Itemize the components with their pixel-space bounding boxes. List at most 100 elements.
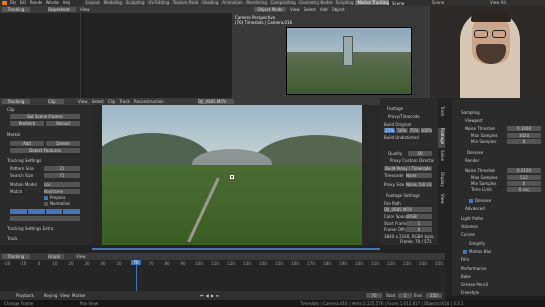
sidebar-tab-track[interactable]: Track — [438, 106, 445, 126]
delete-marker-button[interactable]: Delete — [46, 141, 80, 146]
tab-rendering[interactable]: Rendering — [244, 0, 268, 5]
graph-mode-dropdown[interactable]: Graph — [48, 254, 64, 259]
advanced-subheader[interactable]: Advanced — [465, 206, 505, 211]
menu-window[interactable]: Window — [46, 0, 59, 5]
freestyle-header[interactable]: Freestyle — [461, 290, 501, 295]
sidebar-tab-view[interactable]: View — [438, 194, 445, 214]
max-samples-render-field[interactable]: 512 — [507, 175, 541, 180]
noise-threshold-render-field[interactable]: 0.0100 — [507, 168, 541, 173]
proxy-size-100[interactable]: 100% — [420, 128, 432, 133]
light-paths-header[interactable]: Light Paths — [461, 216, 501, 221]
tab-animation[interactable]: Animation — [220, 0, 244, 5]
dopesheet-dropdown[interactable]: Dopesheet — [48, 7, 76, 12]
clip-dropdown[interactable]: Clip — [48, 99, 64, 104]
menu-help[interactable]: Help — [63, 0, 70, 5]
view-menu[interactable]: View — [80, 7, 94, 12]
clip-menu-reconstruction[interactable]: Reconstruction — [134, 99, 164, 104]
current-frame-badge[interactable]: 70 — [131, 260, 141, 265]
tab-sculpting[interactable]: Sculpting — [123, 0, 146, 5]
weight-slider-row[interactable] — [10, 209, 80, 214]
color-space-dropdown[interactable]: sRGB — [406, 214, 432, 219]
noise-threshold-field[interactable]: 0.1000 — [507, 126, 541, 131]
proxy-size-75[interactable]: 75% — [408, 128, 420, 133]
menu-file[interactable]: File — [10, 0, 16, 5]
tab-compositing[interactable]: Compositing — [268, 0, 297, 5]
play-icon[interactable]: ▶ — [211, 293, 214, 298]
view-menu[interactable]: View — [76, 254, 90, 259]
footage-settings-header[interactable]: Footage Settings — [386, 193, 436, 198]
sidebar-tab-display[interactable]: Display — [438, 172, 445, 192]
motion-blur-checkbox[interactable] — [463, 250, 467, 254]
search-size-field[interactable]: 71 — [44, 173, 80, 178]
editor-type-dropdown[interactable]: Tracking — [2, 254, 30, 259]
set-scene-frames-button[interactable]: Set Scene Frames — [10, 114, 80, 119]
sidebar-tab-footage[interactable]: Footage — [438, 128, 445, 148]
viewport-subheader[interactable]: Viewport — [465, 118, 505, 123]
prefetch-button[interactable]: Prefetch — [10, 121, 44, 126]
curves-header[interactable]: Curves — [461, 232, 501, 237]
tracking-marker[interactable] — [230, 175, 234, 179]
sidebar-tab-solve[interactable]: Solve — [438, 150, 445, 170]
clip-section-header[interactable]: Clip — [7, 107, 47, 112]
footage-frame[interactable] — [102, 105, 362, 245]
proxy-custom-directory-checkbox[interactable]: Proxy Custom Directory — [390, 158, 434, 163]
performance-header[interactable]: Performance — [461, 266, 501, 271]
view-layer[interactable]: View All — [490, 0, 520, 5]
jump-end-icon[interactable]: ⏭ — [216, 293, 220, 298]
max-samples-field[interactable]: 1024 — [507, 133, 541, 138]
prepass-checkbox[interactable] — [44, 196, 48, 200]
blender-logo-icon[interactable] — [2, 1, 7, 5]
simplify-header[interactable]: Simplify — [469, 241, 509, 246]
motion-blur-header[interactable]: Motion Blur — [469, 249, 509, 254]
tab-motion-tracking[interactable]: Motion Tracking — [355, 0, 389, 5]
menu-render[interactable]: Render — [30, 0, 42, 5]
object-mode-dropdown[interactable]: Object Mode — [254, 7, 286, 12]
volumes-header[interactable]: Volumes — [461, 224, 501, 229]
current-frame-field[interactable]: 70 — [366, 293, 382, 298]
start-frame-field[interactable]: 1 — [406, 221, 432, 226]
clip-menu-select[interactable]: Select — [92, 99, 104, 104]
film-header[interactable]: Film — [461, 257, 501, 262]
frame-offset-field[interactable]: 0 — [406, 227, 432, 232]
clip-name-field[interactable]: DJI_0085.MOV — [198, 99, 234, 104]
denoise-subheader[interactable]: Denoise — [467, 150, 497, 155]
viewport-3d[interactable]: Camera Perspective (70) Timeslots | Came… — [232, 13, 430, 98]
min-samples-field[interactable]: 0 — [507, 139, 541, 144]
tab-texture-paint[interactable]: Texture Paint — [170, 0, 200, 5]
graph-area[interactable]: -20-100102030405060708090100110120130140… — [0, 260, 445, 291]
frame-ruler[interactable]: -20-100102030405060708090100110120130140… — [4, 261, 443, 266]
time-limit-field[interactable]: 0 sec — [507, 187, 541, 192]
editor-type-dropdown[interactable]: Tracking — [2, 99, 30, 104]
tab-scripting[interactable]: Scripting — [333, 0, 355, 5]
tower-object[interactable] — [343, 36, 353, 66]
menu-edit[interactable]: Edit — [20, 0, 26, 5]
viewport-menu-add[interactable]: Add — [320, 7, 328, 12]
viewport-menu-object[interactable]: Object — [332, 7, 345, 12]
tracking-settings-header[interactable]: Tracking Settings — [7, 158, 67, 163]
build-proxy-button[interactable]: Build Proxy / Timecode — [384, 166, 432, 171]
file-path-field[interactable]: DJI_0085.MOV — [384, 207, 432, 212]
viewport-menu-select[interactable]: Select — [304, 7, 316, 12]
properties-tabs[interactable] — [445, 98, 452, 296]
clip-menu-clip[interactable]: Clip — [108, 99, 116, 104]
timecode-dropdown[interactable]: None — [406, 173, 432, 178]
tab-modeling[interactable]: Modeling — [101, 0, 123, 5]
tab-uv-editing[interactable]: UV Editing — [146, 0, 170, 5]
tracking-settings-extra-header[interactable]: Tracking Settings Extra — [7, 226, 77, 231]
track-section-header[interactable]: Track — [7, 236, 47, 241]
channel-buttons[interactable] — [10, 216, 80, 221]
editor-type-dropdown[interactable]: Tracking — [2, 7, 30, 12]
playback-menu[interactable]: Playback — [16, 293, 40, 298]
detect-features-button[interactable]: Detect Features — [10, 148, 80, 153]
add-marker-button[interactable]: Add — [10, 141, 44, 146]
denoise-checkbox[interactable] — [469, 199, 473, 203]
marker-menu[interactable]: Marker — [72, 293, 92, 298]
clip-viewer[interactable] — [92, 105, 380, 245]
proxy-size-25[interactable]: 25% — [384, 128, 396, 133]
dopesheet-area[interactable] — [0, 13, 232, 98]
scene-name[interactable]: Scene — [432, 0, 458, 5]
reload-button[interactable]: Reload — [46, 121, 80, 126]
end-frame-field[interactable]: 250 — [426, 293, 442, 298]
proxy-header[interactable]: Proxy/Timecode — [388, 114, 434, 119]
pattern-size-field[interactable]: 21 — [44, 166, 80, 171]
